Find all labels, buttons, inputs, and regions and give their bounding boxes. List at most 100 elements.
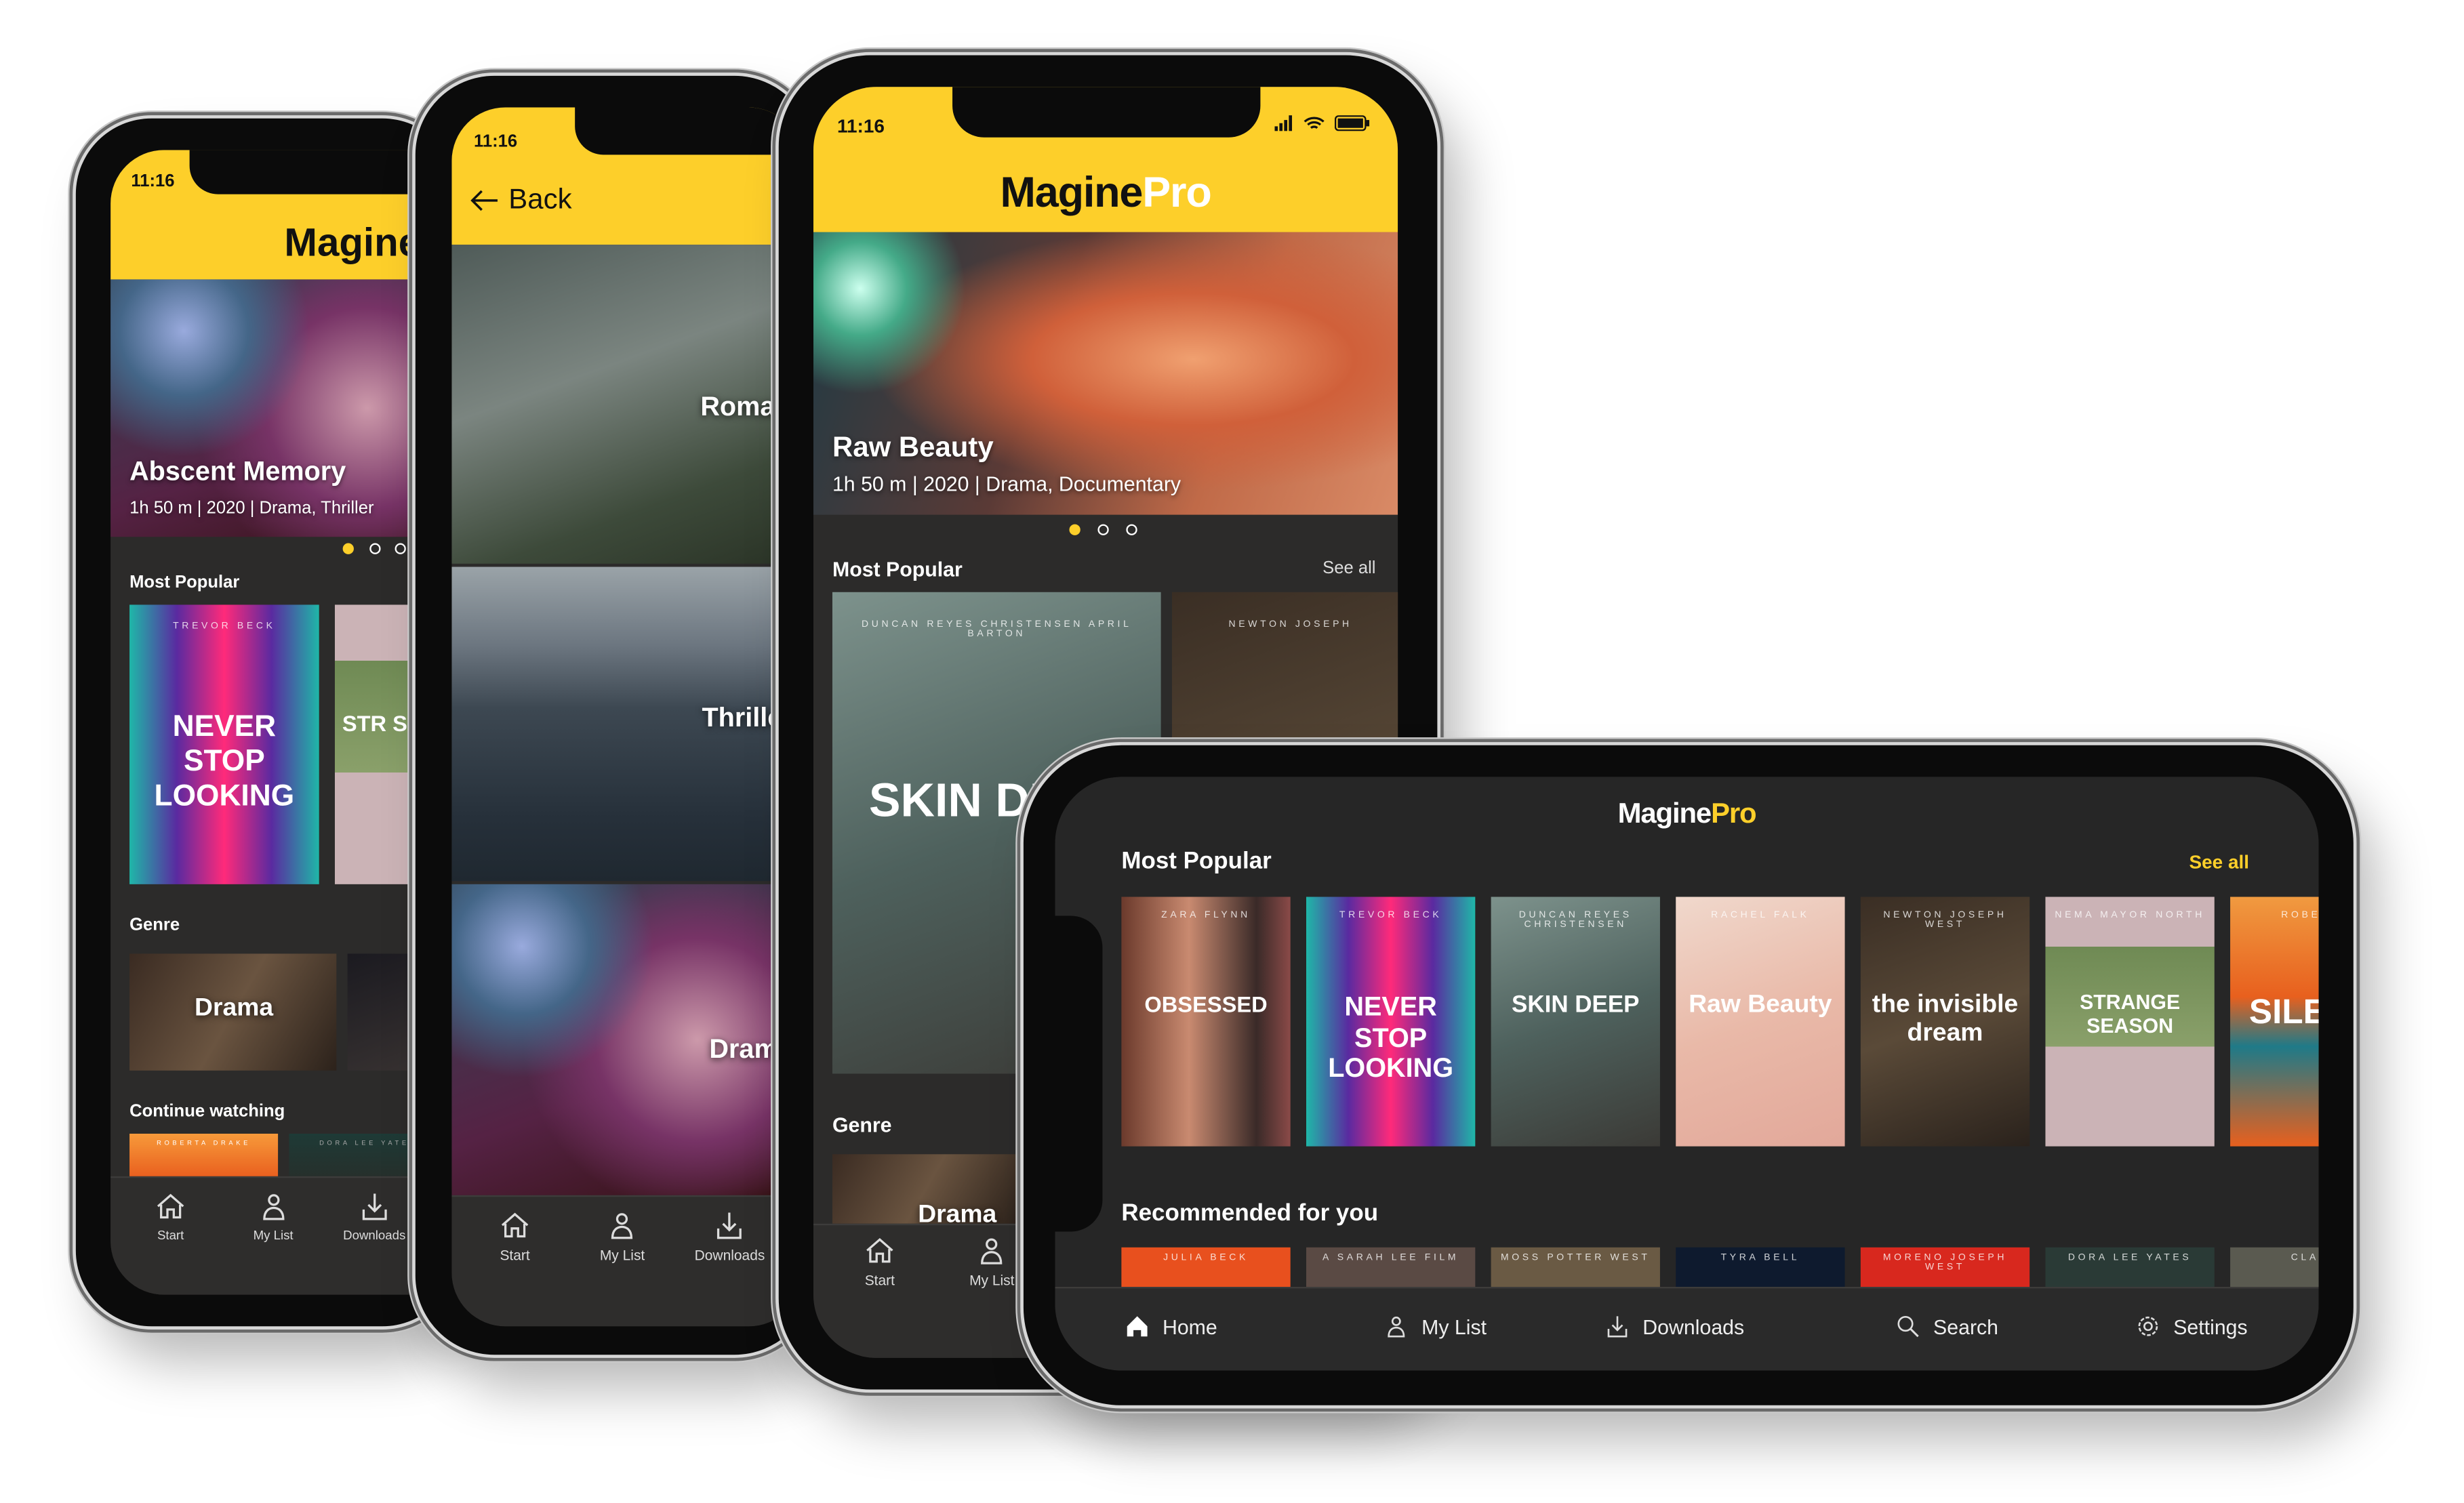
recommended-item[interactable]: A SARAH LEE FILM	[1306, 1247, 1476, 1288]
carousel-dot[interactable]	[342, 543, 354, 554]
carousel-dot[interactable]	[369, 543, 381, 554]
nav-item-downloads[interactable]: Downloads	[695, 1210, 765, 1263]
battery-icon	[1334, 115, 1370, 131]
recommended-credit: JULIA BECK	[1163, 1254, 1249, 1264]
signal-icon	[1274, 115, 1293, 131]
app-logo: Magine	[284, 221, 421, 266]
poster[interactable]: NEWTON JOSEPH WEST the invisible dream	[1860, 897, 2030, 1147]
poster-title: NEVER STOP LOOKING	[154, 711, 295, 813]
genre-tile-drama[interactable]: Drama	[451, 884, 803, 1195]
carousel-dot[interactable]	[1069, 524, 1080, 535]
bottom-nav: Home My List Downloads Search Settings	[1055, 1287, 2319, 1371]
recommended-item[interactable]: MOSS POTTER WEST	[1491, 1247, 1660, 1288]
poster-credit: ZARA FLYNN	[1161, 911, 1251, 922]
see-all-link[interactable]: See all	[2189, 851, 2249, 873]
download-icon	[1607, 1316, 1628, 1338]
app-logo: MaginePro	[1617, 797, 1757, 829]
nav-label: Start	[500, 1247, 530, 1264]
genre-tile-romance[interactable]: Romance	[451, 245, 803, 564]
phone-landscape-screen: MaginePro Most Popular See all ZARA FLYN…	[1023, 745, 2354, 1405]
back-label: Back	[508, 183, 572, 215]
poster-credit: RACHEL FALK	[1711, 911, 1810, 922]
recommended-credit: CLARE	[2290, 1254, 2319, 1264]
nav-label: Downloads	[343, 1228, 406, 1243]
nav-item-start[interactable]: Start	[499, 1210, 531, 1263]
carousel-dot[interactable]	[1126, 524, 1137, 535]
hero-title: Abscent Memory	[129, 456, 346, 487]
poster-title: SILE TE	[2248, 991, 2319, 1031]
nav-item-home[interactable]: Home	[1125, 1314, 1217, 1339]
poster[interactable]: DUNCAN REYES CHRISTENSEN SKIN DEEP	[1491, 897, 1660, 1147]
recommended-credit: MOSS POTTER WEST	[1500, 1254, 1651, 1264]
nav-label: Search	[1933, 1314, 1999, 1338]
poster[interactable]: ROBERTA SILE TE	[2230, 897, 2319, 1147]
app-logo: MaginePro	[1000, 169, 1211, 217]
home-outline-icon	[157, 1193, 184, 1219]
poster-credit: NEWTON JOSEPH	[1228, 621, 1352, 631]
nav-item-downloads[interactable]: Downloads	[1604, 1314, 1744, 1339]
recommended-item[interactable]: JULIA BECK	[1121, 1247, 1291, 1288]
nav-item-my-list[interactable]: My List	[254, 1191, 294, 1243]
recommended-credit: TYRA BELL	[1720, 1254, 1800, 1264]
poster[interactable]: NEMA MAYOR NORTH STRANGE SEASON	[2045, 897, 2215, 1147]
section-title-continue-watching: Continue watching	[129, 1102, 285, 1121]
poster[interactable]: TREVOR BECK NEVER STOP LOOKING	[129, 604, 319, 884]
nav-label: My List	[969, 1273, 1015, 1289]
nav-item-downloads[interactable]: Downloads	[343, 1191, 405, 1243]
carousel-dot[interactable]	[1097, 524, 1109, 535]
nav-item-my-list[interactable]: My List	[969, 1235, 1015, 1289]
nav-item-my-list[interactable]: My List	[1384, 1314, 1487, 1339]
continue-item[interactable]: ROBERTA DRAKE	[129, 1134, 279, 1176]
recommended-item[interactable]: TYRA BELL	[1676, 1247, 1845, 1288]
hero-title: Raw Beauty	[832, 431, 994, 463]
status-time: 11:16	[131, 171, 175, 191]
person-icon	[262, 1194, 284, 1220]
nav-item-start[interactable]: Start	[864, 1235, 896, 1288]
poster[interactable]: TREVOR BECK NEVER STOP LOOKING	[1306, 897, 1476, 1147]
nav-item-settings[interactable]: Settings	[2135, 1314, 2248, 1339]
genre-tile-thriller[interactable]: Thriller	[451, 567, 803, 882]
status-time: 11:16	[836, 115, 885, 138]
poster-credit: NEMA MAYOR NORTH	[2055, 911, 2205, 922]
recommended-credit: DORA LEE YATES	[2067, 1254, 2192, 1264]
recommended-credit: MORENO JOSEPH WEST	[1882, 1254, 2008, 1273]
poster[interactable]: RACHEL FALK Raw Beauty	[1676, 897, 1845, 1147]
back-button[interactable]: Back	[470, 183, 572, 216]
bottom-nav: Start My List Downloads	[451, 1195, 803, 1327]
nav-item-search[interactable]: Search	[1895, 1314, 1998, 1339]
nav-label: Downloads	[1642, 1314, 1745, 1338]
poster[interactable]: ZARA FLYNN OBSESSED	[1121, 897, 1291, 1147]
poster-title: NEVER STOP LOOKING	[1328, 991, 1454, 1084]
gear-icon	[2138, 1316, 2158, 1336]
genre-tile-drama[interactable]: Drama	[832, 1154, 1019, 1224]
home-outline-icon	[866, 1237, 893, 1263]
section-title-most-popular: Most Popular	[832, 557, 963, 581]
recommended-item[interactable]: CLARE	[2230, 1247, 2319, 1288]
home-filled-icon	[1127, 1316, 1148, 1337]
nav-item-start[interactable]: Start	[155, 1191, 186, 1243]
arrow-left-icon	[470, 189, 498, 210]
recommended-item[interactable]: DORA LEE YATES	[2045, 1247, 2215, 1288]
section-title-genre: Genre	[832, 1113, 892, 1137]
download-icon	[717, 1212, 742, 1239]
download-icon	[362, 1193, 387, 1220]
nav-item-my-list[interactable]: My List	[600, 1210, 645, 1263]
carousel-dot[interactable]	[395, 543, 406, 554]
section-title-most-popular: Most Popular	[129, 573, 240, 592]
recommended-credit: A SARAH LEE FILM	[1322, 1254, 1459, 1264]
status-time: 11:16	[474, 132, 518, 152]
recommended-item[interactable]: MORENO JOSEPH WEST	[1860, 1247, 2030, 1288]
poster-credit: TREVOR BECK	[1339, 911, 1442, 922]
nav-label: Settings	[2173, 1314, 2248, 1338]
poster-title: OBSESSED	[1144, 991, 1268, 1017]
genre-tile-drama[interactable]: Drama	[129, 953, 337, 1071]
phone-home-screen: 11:16 Magine Abscent Memory 1h 50 m | 20…	[75, 118, 477, 1327]
see-all-link[interactable]: See all	[1322, 559, 1375, 578]
poster-credit: TREVOR BECK	[173, 621, 276, 632]
nav-label: Downloads	[694, 1247, 765, 1264]
hero-banner[interactable]: Raw Beauty 1h 50 m | 2020 | Drama, Docum…	[813, 232, 1398, 515]
poster-title: Raw Beauty	[1689, 991, 1832, 1018]
wifi-icon	[1304, 117, 1325, 129]
nav-label: Start	[864, 1273, 895, 1289]
poster-credit: NEWTON JOSEPH WEST	[1883, 911, 2007, 931]
